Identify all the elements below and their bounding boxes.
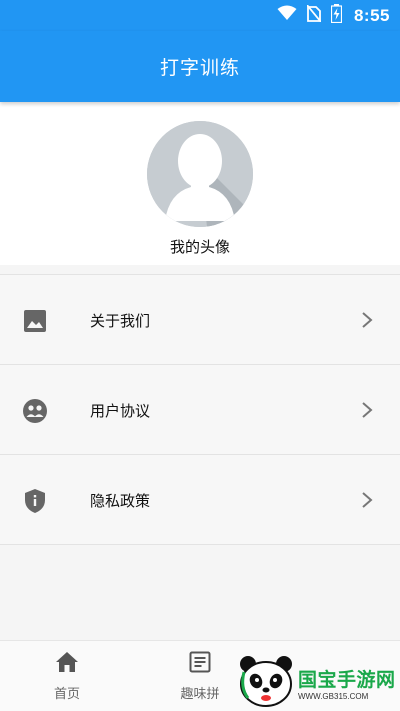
nav-item-home[interactable]: 首页	[27, 651, 107, 702]
watermark: 国宝手游网 WWW.GB315.COM	[238, 654, 400, 711]
avatar[interactable]	[147, 121, 253, 227]
group-icon	[22, 398, 48, 424]
person-silhouette-icon	[147, 121, 253, 227]
menu-item-about-us[interactable]: 关于我们	[0, 274, 400, 364]
home-icon	[55, 651, 79, 677]
panda-logo-icon	[238, 654, 294, 711]
watermark-title: 国宝手游网	[298, 668, 396, 691]
no-sim-icon	[306, 3, 322, 27]
menu-item-label: 隐私政策	[90, 492, 151, 510]
settings-menu: 关于我们 用户协议 隐私政策	[0, 274, 400, 545]
menu-item-label: 用户协议	[90, 402, 151, 420]
profile-section: 我的头像	[0, 102, 400, 265]
article-icon	[189, 651, 211, 677]
chevron-right-icon	[360, 491, 374, 509]
menu-item-privacy-policy[interactable]: 隐私政策	[0, 454, 400, 544]
watermark-url: WWW.GB315.COM	[298, 691, 369, 701]
wifi-icon	[277, 5, 297, 26]
watermark-text: 国宝手游网 WWW.GB315.COM	[298, 665, 396, 701]
app-bar: 打字训练	[0, 31, 400, 102]
menu-item-user-agreement[interactable]: 用户协议	[0, 364, 400, 454]
nav-item-label: 趣味拼	[180, 687, 220, 702]
status-icons	[277, 3, 343, 28]
menu-item-label: 关于我们	[90, 312, 151, 330]
status-time: 8:55	[353, 5, 390, 25]
battery-charging-icon	[330, 3, 343, 28]
nav-item-fun-typing[interactable]: 趣味拼	[160, 651, 240, 702]
chevron-right-icon	[360, 311, 374, 329]
shield-icon	[22, 488, 48, 514]
divider	[0, 544, 400, 545]
page-title: 打字训练	[159, 57, 240, 79]
chevron-right-icon	[360, 401, 374, 419]
avatar-label: 我的头像	[169, 238, 230, 256]
status-bar: 8:55	[0, 0, 400, 31]
image-icon	[22, 308, 48, 334]
nav-item-label: 首页	[53, 687, 80, 702]
